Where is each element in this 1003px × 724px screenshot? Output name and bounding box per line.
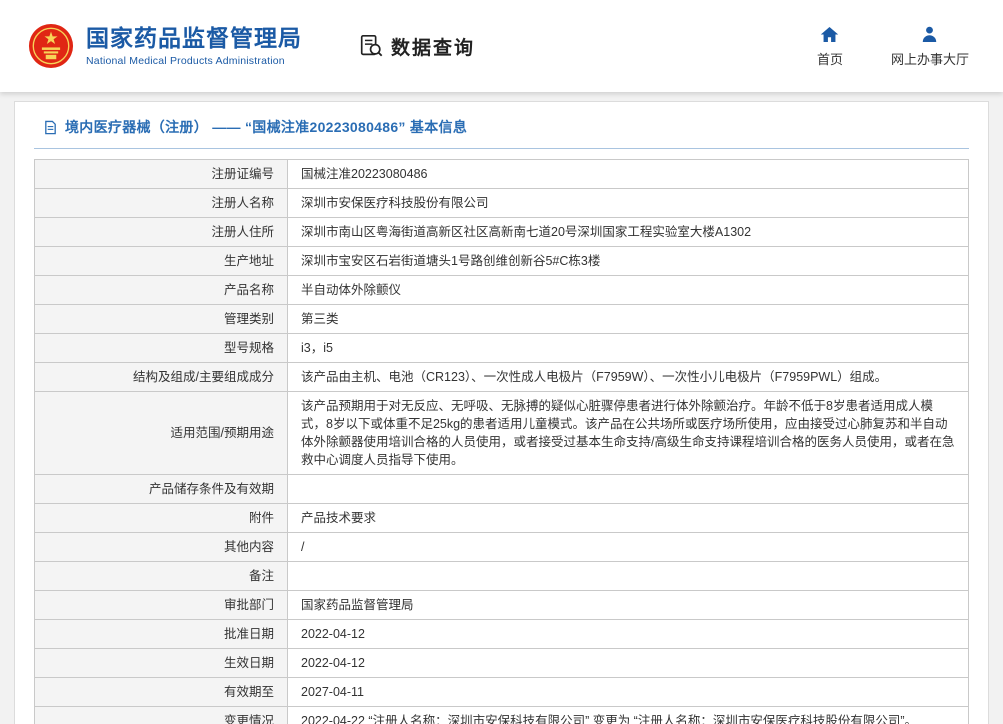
row-value: 2022-04-22 “注册人名称：深圳市安保科技有限公司” 变更为 “注册人名…: [287, 706, 969, 724]
table-row: 注册人名称 深圳市安保医疗科技股份有限公司: [34, 188, 969, 218]
nav-home[interactable]: 首页: [817, 25, 843, 68]
row-label: 生产地址: [34, 246, 288, 276]
row-label: 有效期至: [34, 677, 288, 707]
nav-home-label: 首页: [816, 51, 843, 67]
table-row: 管理类别 第三类: [34, 304, 969, 334]
table-row: 生效日期 2022-04-12: [34, 648, 969, 678]
org-name-block: 国家药品监督管理局 National Medical Products Admi…: [86, 25, 302, 66]
row-label: 批准日期: [34, 619, 288, 649]
row-label: 产品名称: [34, 275, 288, 305]
table-row: 备注: [34, 561, 969, 591]
row-label: 注册人名称: [34, 188, 288, 218]
row-value: 第三类: [287, 304, 969, 334]
org-name-cn: 国家药品监督管理局: [86, 25, 302, 52]
row-label: 管理类别: [34, 304, 288, 334]
person-icon: [923, 26, 937, 42]
row-label: 产品储存条件及有效期: [34, 474, 288, 504]
table-row: 型号规格 i3，i5: [34, 333, 969, 363]
org-name-en: National Medical Products Administration: [86, 54, 285, 67]
row-value: 2027-04-11: [287, 677, 969, 707]
document-icon: [45, 120, 56, 134]
header: 国家药品监督管理局 National Medical Products Admi…: [0, 0, 1003, 92]
table-row: 其他内容 /: [34, 532, 969, 562]
table-row: 注册人住所 深圳市南山区粤海街道高新区社区高新南七道20号深圳国家工程实验室大楼…: [34, 217, 969, 247]
nav-service-hall[interactable]: 网上办事大厅: [891, 25, 969, 68]
data-query-title: 数据查询: [391, 37, 476, 59]
row-value: 深圳市宝安区石岩街道塘头1号路创维创新谷5#C栋3楼: [287, 246, 969, 276]
row-value: 该产品预期用于对无反应、无呼吸、无脉搏的疑似心脏骤停患者进行体外除颤治疗。年龄不…: [287, 391, 969, 475]
row-label: 其他内容: [34, 532, 288, 562]
row-label: 适用范围/预期用途: [34, 391, 288, 475]
row-value: i3，i5: [287, 333, 969, 363]
table-row: 结构及组成/主要组成成分 该产品由主机、电池（CR123）、一次性成人电极片（F…: [34, 362, 969, 392]
row-label: 注册证编号: [34, 159, 288, 189]
table-row: 产品储存条件及有效期: [34, 474, 969, 504]
table-row: 附件 产品技术要求: [34, 503, 969, 533]
national-emblem-icon: [28, 23, 74, 69]
row-label: 附件: [34, 503, 288, 533]
row-value: [287, 474, 969, 504]
page-root: 国家药品监督管理局 National Medical Products Admi…: [0, 0, 1003, 724]
table-row: 生产地址 深圳市宝安区石岩街道塘头1号路创维创新谷5#C栋3楼: [34, 246, 969, 276]
row-value: /: [287, 532, 969, 562]
row-label: 备注: [34, 561, 288, 591]
row-value: 国械注准20223080486: [287, 159, 969, 189]
table-row: 适用范围/预期用途 该产品预期用于对无反应、无呼吸、无脉搏的疑似心脏骤停患者进行…: [34, 391, 969, 475]
row-label: 注册人住所: [34, 217, 288, 247]
row-value: 该产品由主机、电池（CR123）、一次性成人电极片（F7959W）、一次性小儿电…: [287, 362, 969, 392]
page-title: 境内医疗器械（注册） —— “国械注准20223080486” 基本信息: [65, 119, 468, 135]
table-row: 审批部门 国家药品监督管理局: [34, 590, 969, 620]
info-table: 注册证编号 国械注准20223080486 注册人名称 深圳市安保医疗科技股份有…: [34, 159, 969, 724]
row-label: 审批部门: [34, 590, 288, 620]
table-row: 批准日期 2022-04-12: [34, 619, 969, 649]
row-value: 国家药品监督管理局: [287, 590, 969, 620]
table-row: 有效期至 2027-04-11: [34, 677, 969, 707]
row-value: 产品技术要求: [287, 503, 969, 533]
page-title-bar: 境内医疗器械（注册） —— “国械注准20223080486” 基本信息: [34, 115, 969, 149]
table-row: 变更情况 2022-04-22 “注册人名称：深圳市安保科技有限公司” 变更为 …: [34, 706, 969, 724]
row-value: 深圳市安保医疗科技股份有限公司: [287, 188, 969, 218]
row-value: [287, 561, 969, 591]
row-label: 结构及组成/主要组成成分: [34, 362, 288, 392]
row-label: 型号规格: [34, 333, 288, 363]
row-label: 变更情况: [34, 706, 288, 724]
top-nav: 首页 网上办事大厅: [817, 25, 969, 68]
home-icon: [821, 26, 839, 42]
data-query-block: 数据查询: [358, 33, 475, 60]
table-row: 产品名称 半自动体外除颤仪: [34, 275, 969, 305]
brand-block: 国家药品监督管理局 National Medical Products Admi…: [28, 23, 302, 69]
row-value: 2022-04-12: [287, 648, 969, 678]
row-value: 半自动体外除颤仪: [287, 275, 969, 305]
data-query-icon: [360, 34, 383, 57]
row-value: 2022-04-12: [287, 619, 969, 649]
table-row: 注册证编号 国械注准20223080486: [34, 159, 969, 189]
content-card: 境内医疗器械（注册） —— “国械注准20223080486” 基本信息 注册证…: [14, 101, 989, 724]
row-value: 深圳市南山区粤海街道高新区社区高新南七道20号深圳国家工程实验室大楼A1302: [287, 217, 969, 247]
nav-service-hall-label: 网上办事大厅: [890, 51, 969, 67]
row-label: 生效日期: [34, 648, 288, 678]
